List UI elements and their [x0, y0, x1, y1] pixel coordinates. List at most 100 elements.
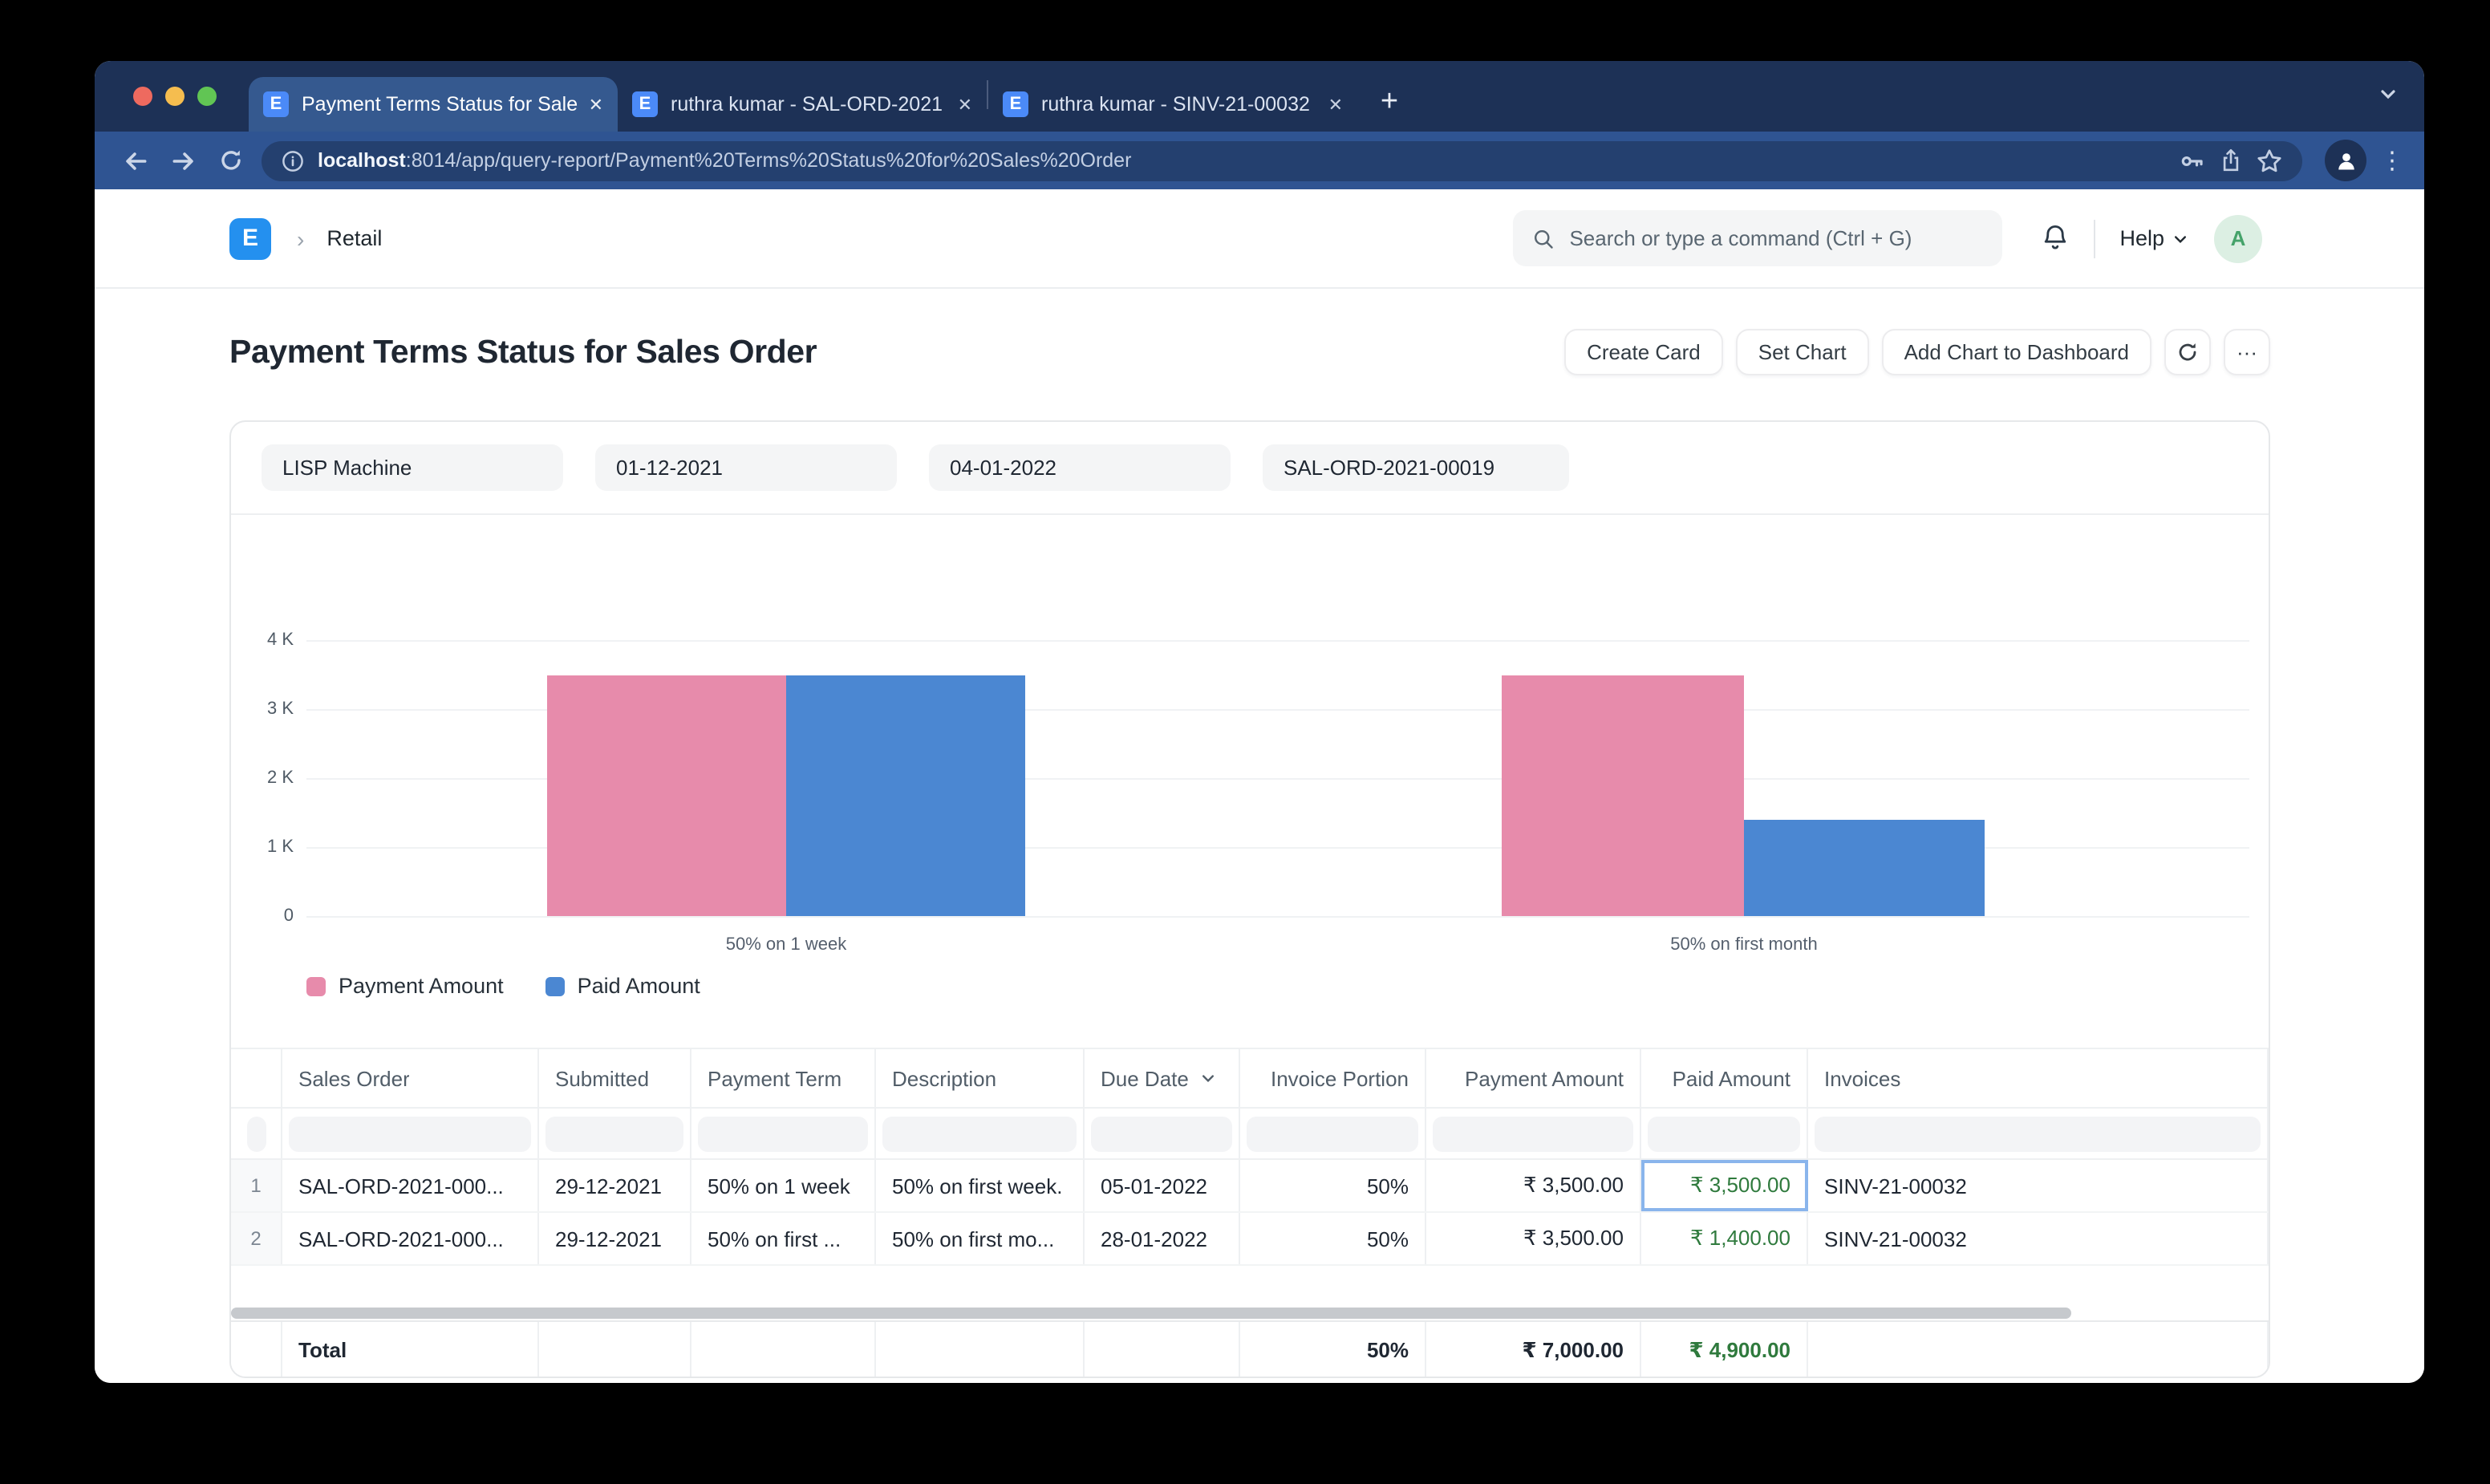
- filter-input-3[interactable]: 04-01-2022: [929, 444, 1231, 491]
- help-menu[interactable]: Help: [2119, 226, 2188, 250]
- tab-close-icon[interactable]: ✕: [958, 94, 972, 115]
- legend-swatch-icon: [545, 976, 565, 995]
- notifications-bell-icon[interactable]: [2041, 223, 2070, 253]
- column-filter-cell: [231, 1109, 282, 1158]
- sort-chevron-icon[interactable]: [1200, 1070, 1216, 1086]
- cell-sales-order[interactable]: SAL-ORD-2021-000...: [282, 1213, 539, 1264]
- cell-description[interactable]: 50% on first mo...: [876, 1213, 1085, 1264]
- tab-search-chevron-icon[interactable]: [2378, 83, 2399, 104]
- cell-due-date[interactable]: 28-01-2022: [1085, 1213, 1240, 1264]
- column-header-rownum[interactable]: [231, 1049, 282, 1107]
- cell-invoices[interactable]: SINV-21-00032: [1808, 1213, 2269, 1264]
- page-title: Payment Terms Status for Sales Order: [229, 333, 817, 371]
- column-filter-input[interactable]: [289, 1116, 531, 1151]
- bookmark-star-icon[interactable]: [2256, 147, 2283, 174]
- cell-invoice-portion[interactable]: 50%: [1240, 1213, 1426, 1264]
- column-header-due-date[interactable]: Due Date: [1085, 1049, 1240, 1107]
- cell-paid-amount[interactable]: ₹ 3,500.00: [1641, 1160, 1808, 1211]
- column-header-paid-amount[interactable]: Paid Amount: [1641, 1049, 1808, 1107]
- share-icon[interactable]: [2219, 148, 2243, 173]
- cell-submitted[interactable]: 29-12-2021: [539, 1160, 691, 1211]
- tab-close-icon[interactable]: ✕: [1328, 94, 1343, 115]
- bar-paid-amount[interactable]: [1744, 820, 1985, 916]
- browser-tab-3[interactable]: Eruthra kumar - SINV-21-00032✕: [988, 77, 1357, 132]
- reload-button[interactable]: [207, 136, 255, 184]
- address-bar[interactable]: localhost:8014/app/query-report/Payment%…: [262, 140, 2302, 180]
- table-row-1: 1SAL-ORD-2021-000...29-12-202150% on 1 w…: [231, 1160, 2269, 1213]
- minimize-window-button[interactable]: [165, 87, 185, 106]
- browser-tab-1[interactable]: EPayment Terms Status for Sale✕: [249, 77, 618, 132]
- cell-invoices[interactable]: SINV-21-00032: [1808, 1160, 2269, 1211]
- bar-payment-amount[interactable]: [1502, 675, 1744, 916]
- column-header-invoice-portion[interactable]: Invoice Portion: [1240, 1049, 1426, 1107]
- cell-description[interactable]: 50% on first week.: [876, 1160, 1085, 1211]
- browser-menu-icon[interactable]: ⋮: [2376, 146, 2408, 175]
- cell-sales-order[interactable]: SAL-ORD-2021-000...: [282, 1160, 539, 1211]
- close-window-button[interactable]: [133, 87, 152, 106]
- new-tab-button[interactable]: +: [1367, 80, 1412, 125]
- action-button-add-chart-to-dashboard[interactable]: Add Chart to Dashboard: [1882, 329, 2151, 375]
- column-header-label: Invoices: [1824, 1066, 1900, 1090]
- cell-payment-term[interactable]: 50% on first ...: [691, 1213, 876, 1264]
- column-filter-input[interactable]: [1091, 1116, 1232, 1151]
- url-host: localhost: [318, 149, 406, 172]
- cell-payment-amount[interactable]: ₹ 3,500.00: [1426, 1213, 1641, 1264]
- url-text[interactable]: localhost:8014/app/query-report/Payment%…: [318, 149, 2166, 172]
- tab-close-icon[interactable]: ✕: [589, 94, 603, 115]
- app-logo-icon[interactable]: E: [229, 217, 271, 259]
- scrollbar-thumb[interactable]: [231, 1308, 2071, 1319]
- cell-value: ₹ 3,500.00: [1523, 1226, 1624, 1251]
- column-header-invoices[interactable]: Invoices: [1808, 1049, 2269, 1107]
- breadcrumb[interactable]: Retail: [326, 226, 382, 250]
- forward-button[interactable]: [159, 136, 207, 184]
- menu-ellipsis-button[interactable]: ···: [2224, 329, 2270, 375]
- column-header-submitted[interactable]: Submitted: [539, 1049, 691, 1107]
- cell-payment-term[interactable]: 50% on 1 week: [691, 1160, 876, 1211]
- column-filter-input[interactable]: [698, 1116, 868, 1151]
- row-number-cell[interactable]: 1: [231, 1160, 282, 1211]
- column-header-payment-amount[interactable]: Payment Amount: [1426, 1049, 1641, 1107]
- column-filter-cell: [1426, 1109, 1641, 1158]
- column-filter-input[interactable]: [1247, 1116, 1418, 1151]
- column-header-label: Due Date: [1101, 1066, 1189, 1090]
- filter-input-1[interactable]: LISP Machine: [262, 444, 563, 491]
- cell-submitted[interactable]: 29-12-2021: [539, 1213, 691, 1264]
- column-filter-input[interactable]: [1648, 1116, 1800, 1151]
- action-button-set-chart[interactable]: Set Chart: [1736, 329, 1869, 375]
- browser-tab-2[interactable]: Eruthra kumar - SAL-ORD-2021✕: [618, 77, 987, 132]
- cell-payment-amount[interactable]: ₹ 3,500.00: [1426, 1160, 1641, 1211]
- browser-toolbar: localhost:8014/app/query-report/Payment%…: [95, 132, 2424, 189]
- row-number-cell[interactable]: 2: [231, 1213, 282, 1264]
- column-filter-input[interactable]: [1433, 1116, 1633, 1151]
- user-avatar[interactable]: A: [2214, 214, 2262, 262]
- column-header-payment-term[interactable]: Payment Term: [691, 1049, 876, 1107]
- y-axis-tick-label: 1 K: [231, 837, 294, 857]
- bar-paid-amount[interactable]: [786, 675, 1025, 916]
- cell-due-date[interactable]: 05-01-2022: [1085, 1160, 1240, 1211]
- column-header-description[interactable]: Description: [876, 1049, 1085, 1107]
- action-button-create-card[interactable]: Create Card: [1564, 329, 1723, 375]
- cell-value: SINV-21-00032: [1824, 1174, 1967, 1198]
- filter-input-4[interactable]: SAL-ORD-2021-00019: [1263, 444, 1569, 491]
- back-button[interactable]: [111, 136, 159, 184]
- refresh-button[interactable]: [2164, 329, 2211, 375]
- column-filter-input[interactable]: [1815, 1116, 2261, 1151]
- column-filter-input[interactable]: [246, 1116, 266, 1151]
- password-key-icon[interactable]: [2179, 147, 2206, 174]
- bar-payment-amount[interactable]: [547, 675, 786, 916]
- filter-input-2[interactable]: 01-12-2021: [595, 444, 897, 491]
- column-filter-cell: [1808, 1109, 2269, 1158]
- column-filter-input[interactable]: [882, 1116, 1077, 1151]
- search-input[interactable]: Search or type a command (Ctrl + G): [1513, 210, 2002, 266]
- column-header-sales-order[interactable]: Sales Order: [282, 1049, 539, 1107]
- y-axis-tick-label: 3 K: [231, 699, 294, 719]
- cell-invoice-portion[interactable]: 50%: [1240, 1160, 1426, 1211]
- cell-paid-amount[interactable]: ₹ 1,400.00: [1641, 1213, 1808, 1264]
- browser-profile-avatar[interactable]: [2325, 140, 2366, 181]
- site-info-icon[interactable]: [281, 148, 305, 172]
- column-filter-input[interactable]: [545, 1116, 683, 1151]
- cell-value: 05-01-2022: [1101, 1174, 1207, 1198]
- table-total-row: Total 50% ₹ 7,000.00 ₹ 4,900.00: [231, 1320, 2269, 1378]
- column-filter-cell: [539, 1109, 691, 1158]
- zoom-window-button[interactable]: [197, 87, 217, 106]
